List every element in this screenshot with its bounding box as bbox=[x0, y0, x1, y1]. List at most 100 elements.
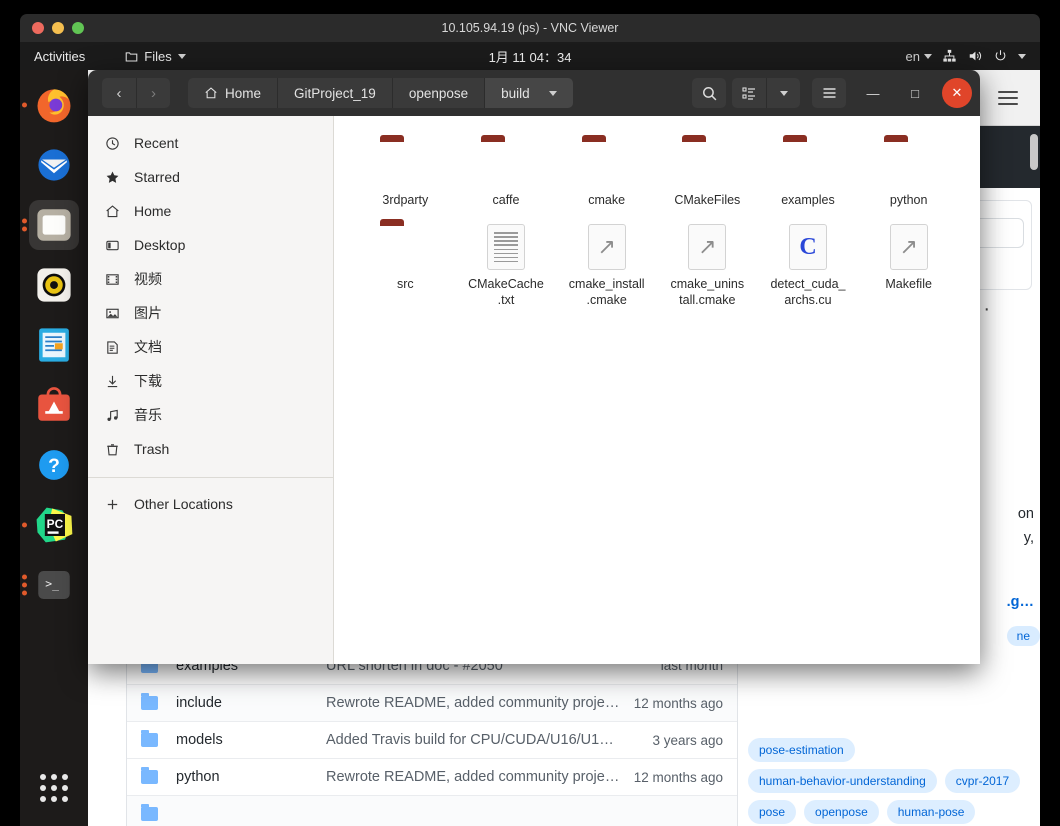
files-content-area[interactable]: 3rdparty caffe cmake CMakeFiles bbox=[334, 116, 980, 664]
app-menu-files[interactable]: Files bbox=[125, 49, 185, 64]
chevron-down-icon[interactable] bbox=[1018, 54, 1026, 59]
page-scrollbar-thumb[interactable] bbox=[1030, 134, 1038, 170]
topic-chip-fragment[interactable]: ne bbox=[1007, 626, 1040, 646]
file-item-cmake-install[interactable]: ↗ cmake_install.cmake bbox=[557, 218, 656, 314]
table-row[interactable] bbox=[127, 795, 737, 826]
chevron-down-icon bbox=[924, 54, 932, 59]
page-link-fragment[interactable]: .g… bbox=[1007, 594, 1034, 610]
breadcrumb-item-gitproject[interactable]: GitProject_19 bbox=[277, 78, 392, 108]
github-file-table: examples URL shorten in doc - #2050 last… bbox=[126, 646, 738, 826]
file-name[interactable]: python bbox=[176, 769, 326, 785]
sidebar-item-pictures[interactable]: 图片 bbox=[88, 296, 333, 330]
file-item-cmakefiles[interactable]: CMakeFiles bbox=[658, 134, 757, 214]
sidebar-item-home[interactable]: Home bbox=[88, 194, 333, 228]
sidebar-item-label: Other Locations bbox=[134, 496, 233, 512]
folder-icon bbox=[783, 140, 833, 186]
file-item-python[interactable]: python bbox=[859, 134, 958, 214]
window-minimize-button[interactable]: — bbox=[858, 78, 888, 108]
file-item-examples[interactable]: examples bbox=[759, 134, 858, 214]
dock-item-terminal[interactable]: >_ bbox=[29, 560, 79, 610]
dock-item-libreoffice-writer[interactable] bbox=[29, 320, 79, 370]
dock-item-rhythmbox[interactable] bbox=[29, 260, 79, 310]
commit-message[interactable]: Rewrote README, added community proje… bbox=[326, 695, 634, 711]
file-item-caffe[interactable]: caffe bbox=[457, 134, 556, 214]
sidebar-item-music[interactable]: 音乐 bbox=[88, 398, 333, 432]
hamburger-menu-icon bbox=[821, 86, 838, 100]
search-button[interactable] bbox=[692, 78, 726, 108]
file-name[interactable]: models bbox=[176, 732, 326, 748]
folder-icon bbox=[682, 140, 732, 186]
sidebar-item-videos[interactable]: 视频 bbox=[88, 262, 333, 296]
commit-message[interactable]: Added Travis build for CPU/CUDA/U16/U1… bbox=[326, 732, 652, 748]
breadcrumb-item-build[interactable]: build bbox=[484, 78, 573, 108]
running-indicator bbox=[22, 103, 27, 108]
topic-chip[interactable]: pose bbox=[748, 800, 796, 824]
topic-chip[interactable]: human-behavior-understanding bbox=[748, 769, 937, 793]
window-close-button[interactable]: ✕ bbox=[942, 78, 972, 108]
c-source-file-icon: C bbox=[783, 224, 833, 270]
table-row[interactable]: include Rewrote README, added community … bbox=[127, 684, 737, 721]
main-menu-button[interactable] bbox=[812, 78, 846, 108]
sidebar-item-starred[interactable]: Starred bbox=[88, 160, 333, 194]
sidebar-item-desktop[interactable]: Desktop bbox=[88, 228, 333, 262]
home-icon bbox=[204, 86, 218, 100]
folder-icon bbox=[481, 140, 531, 186]
files-icon bbox=[125, 50, 138, 63]
commit-message[interactable]: Rewrote README, added community proje… bbox=[326, 769, 634, 785]
browser-menu-icon[interactable] bbox=[998, 91, 1018, 105]
power-icon[interactable] bbox=[993, 49, 1008, 63]
sidebar-item-other-locations[interactable]: Other Locations bbox=[88, 487, 333, 521]
dock-item-thunderbird[interactable] bbox=[29, 140, 79, 190]
dock-item-pycharm[interactable]: PC bbox=[29, 500, 79, 550]
view-options-dropdown[interactable] bbox=[766, 78, 800, 108]
rhythmbox-icon bbox=[33, 264, 75, 306]
forward-button[interactable]: › bbox=[136, 78, 170, 108]
file-label: CMakeCache.txt bbox=[468, 277, 544, 308]
topic-chip[interactable]: pose-estimation bbox=[748, 738, 855, 762]
file-item-cmakecache[interactable]: CMakeCache.txt bbox=[457, 218, 556, 314]
list-view-button[interactable] bbox=[732, 78, 766, 108]
ubuntu-software-icon bbox=[33, 384, 75, 426]
volume-icon[interactable] bbox=[967, 49, 983, 63]
topic-chip[interactable]: openpose bbox=[804, 800, 879, 824]
dock-item-ubuntu-software[interactable] bbox=[29, 380, 79, 430]
sidebar-item-recent[interactable]: Recent bbox=[88, 126, 333, 160]
file-item-3rdparty[interactable]: 3rdparty bbox=[356, 134, 455, 214]
file-name[interactable]: include bbox=[176, 695, 326, 711]
sidebar-item-documents[interactable]: 文档 bbox=[88, 330, 333, 364]
file-item-makefile[interactable]: ↗ Makefile bbox=[859, 218, 958, 314]
topic-chip[interactable]: human-pose bbox=[887, 800, 976, 824]
commit-time: 12 months ago bbox=[634, 696, 723, 711]
topic-chip[interactable]: cvpr-2017 bbox=[945, 769, 1020, 793]
file-item-detect-cuda-archs[interactable]: C detect_cuda_archs.cu bbox=[759, 218, 858, 314]
files-sidebar: Recent Starred Home bbox=[88, 116, 334, 664]
list-view-icon bbox=[741, 85, 757, 101]
file-item-src[interactable]: src bbox=[356, 218, 455, 314]
back-button[interactable]: ‹ bbox=[102, 78, 136, 108]
dock-item-files[interactable] bbox=[29, 200, 79, 250]
running-indicator bbox=[22, 523, 27, 528]
sidebar-item-trash[interactable]: Trash bbox=[88, 432, 333, 466]
file-label: src bbox=[397, 277, 414, 292]
table-row[interactable]: python Rewrote README, added community p… bbox=[127, 758, 737, 795]
sidebar-item-downloads[interactable]: 下载 bbox=[88, 364, 333, 398]
breadcrumb-item-home[interactable]: Home bbox=[188, 78, 277, 108]
breadcrumb-item-openpose[interactable]: openpose bbox=[392, 78, 484, 108]
activities-button[interactable]: Activities bbox=[34, 49, 85, 64]
network-icon[interactable] bbox=[942, 49, 957, 63]
chevron-down-icon[interactable] bbox=[549, 91, 557, 96]
file-item-cmake-uninstall[interactable]: ↗ cmake_uninstall.cmake bbox=[658, 218, 757, 314]
table-row[interactable]: models Added Travis build for CPU/CUDA/U… bbox=[127, 721, 737, 758]
window-maximize-button[interactable]: □ bbox=[900, 78, 930, 108]
topic-chip-list: pose-estimation human-behavior-understan… bbox=[748, 738, 1040, 826]
build-file-icon: ↗ bbox=[582, 224, 632, 270]
show-applications-button[interactable] bbox=[40, 774, 68, 802]
dock-item-firefox[interactable] bbox=[29, 80, 79, 130]
keyboard-layout-indicator[interactable]: en bbox=[906, 49, 932, 64]
downloads-icon bbox=[104, 374, 121, 389]
file-item-cmake[interactable]: cmake bbox=[557, 134, 656, 214]
sidebar-item-label: 音乐 bbox=[134, 405, 162, 425]
dock-item-help[interactable]: ? bbox=[29, 440, 79, 490]
file-label: detect_cuda_archs.cu bbox=[770, 277, 846, 308]
file-label: 3rdparty bbox=[382, 193, 428, 208]
